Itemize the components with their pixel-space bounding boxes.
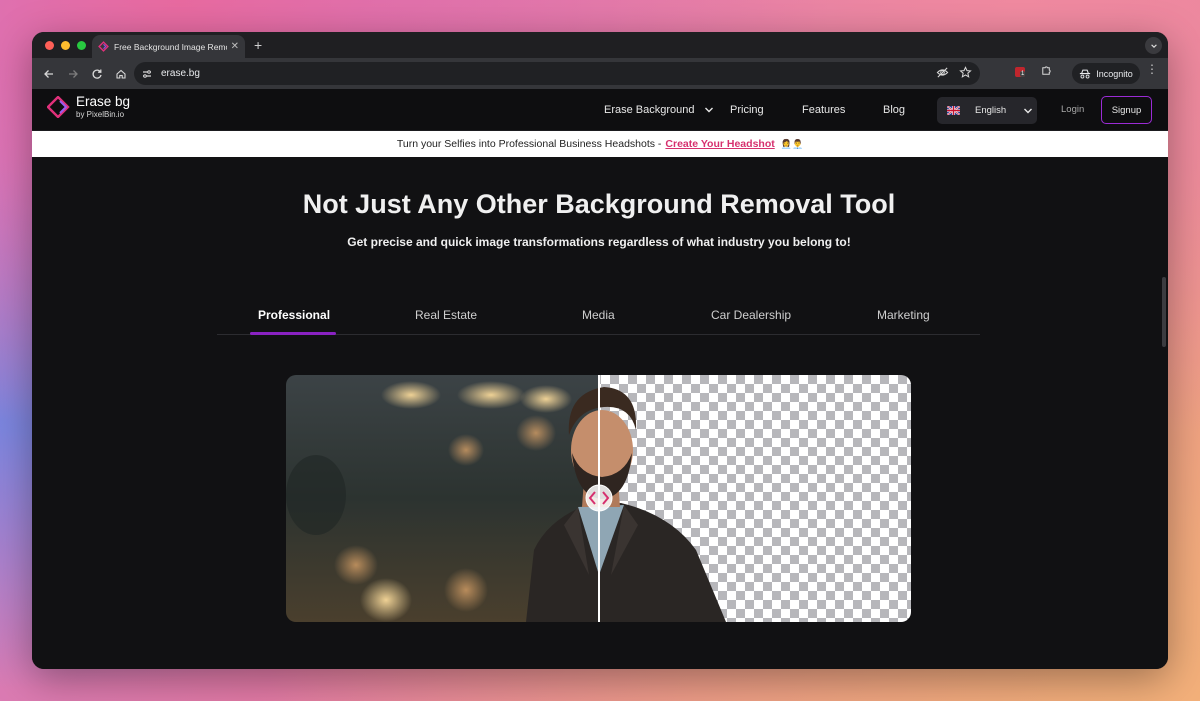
language-selector[interactable]: English xyxy=(937,97,1037,124)
chevron-down-icon xyxy=(704,107,713,113)
address-bar[interactable]: erase.bg xyxy=(134,62,980,85)
tab-strip: Free Background Image Remover ✕ + xyxy=(32,32,1168,58)
browser-menu-icon[interactable]: ⋮ xyxy=(1146,63,1158,75)
erase-bg-logo-icon xyxy=(47,95,70,118)
eye-off-icon[interactable] xyxy=(936,66,949,79)
extension-icon[interactable]: 1 xyxy=(1014,65,1026,77)
nav-erase-background[interactable]: Erase Background xyxy=(604,104,714,116)
active-tab-indicator xyxy=(250,332,336,335)
promo-banner: Turn your Selfies into Professional Busi… xyxy=(32,131,1168,157)
signup-button[interactable]: Signup xyxy=(1101,96,1152,124)
home-icon xyxy=(116,69,126,79)
reload-button[interactable] xyxy=(86,63,108,85)
logo-name: Erase bg xyxy=(76,94,131,109)
bookmark-star-icon[interactable] xyxy=(959,66,972,79)
close-window-button[interactable] xyxy=(45,41,54,50)
site-logo[interactable]: Erase bg by PixelBin.io xyxy=(47,95,130,119)
new-tab-button[interactable]: + xyxy=(254,37,262,53)
page-scrollbar[interactable] xyxy=(1162,277,1166,347)
arrow-left-icon xyxy=(44,69,53,78)
login-link[interactable]: Login xyxy=(1061,104,1084,115)
erase-bg-favicon-icon xyxy=(98,41,109,52)
site-settings-icon[interactable] xyxy=(141,68,153,80)
main-content: Not Just Any Other Background Removal To… xyxy=(32,157,1168,669)
banner-emoji: 👩‍💼👨‍💼 xyxy=(780,138,804,149)
home-button[interactable] xyxy=(110,63,132,85)
uk-flag-icon xyxy=(947,106,960,115)
industry-tabs: Professional Real Estate Media Car Deale… xyxy=(217,297,980,335)
comparison-slider-handle[interactable] xyxy=(585,484,613,512)
minimize-window-button[interactable] xyxy=(61,41,70,50)
site-header: Erase bg by PixelBin.io Erase Background… xyxy=(32,89,1168,131)
tab-real-estate[interactable]: Real Estate xyxy=(415,308,477,322)
tab-car-dealership[interactable]: Car Dealership xyxy=(711,308,791,322)
hero-subtitle: Get precise and quick image transformati… xyxy=(347,235,851,249)
before-after-comparison[interactable] xyxy=(286,375,911,622)
browser-toolbar: erase.bg 1 Incognito ⋮ xyxy=(32,58,1168,89)
create-headshot-link[interactable]: Create Your Headshot xyxy=(665,138,774,150)
chevron-down-icon xyxy=(1150,43,1157,48)
browser-tab[interactable]: Free Background Image Remover ✕ xyxy=(92,35,245,58)
incognito-icon xyxy=(1080,69,1091,78)
nav-pricing[interactable]: Pricing xyxy=(730,104,764,116)
tab-title: Free Background Image Remover xyxy=(114,41,227,52)
browser-window: Free Background Image Remover ✕ + erase.… xyxy=(32,32,1168,669)
back-button[interactable] xyxy=(38,63,60,85)
extensions-area: 1 xyxy=(1014,64,1053,77)
nav-erase-background-label: Erase Background xyxy=(604,104,695,116)
banner-text: Turn your Selfies into Professional Busi… xyxy=(396,138,662,150)
tab-search-button[interactable] xyxy=(1145,37,1162,54)
hero-title: Not Just Any Other Background Removal To… xyxy=(302,189,896,219)
nav-features[interactable]: Features xyxy=(802,104,845,116)
language-label: English xyxy=(975,105,1007,116)
tab-professional[interactable]: Professional xyxy=(258,308,330,322)
comparison-canvas xyxy=(286,375,911,622)
tab-media[interactable]: Media xyxy=(582,308,615,322)
incognito-label: Incognito xyxy=(1096,68,1133,79)
puzzle-extensions-icon[interactable] xyxy=(1040,64,1053,77)
nav-blog[interactable]: Blog xyxy=(883,104,905,116)
maximize-window-button[interactable] xyxy=(77,41,86,50)
reload-icon xyxy=(92,69,102,79)
window-controls xyxy=(45,41,86,50)
extension-badge: 1 xyxy=(1020,70,1026,77)
close-tab-icon[interactable]: ✕ xyxy=(231,41,239,52)
logo-byline: by PixelBin.io xyxy=(76,109,125,119)
arrow-right-icon xyxy=(69,69,78,78)
chevron-down-icon xyxy=(1024,108,1033,113)
incognito-indicator[interactable]: Incognito xyxy=(1072,63,1140,84)
tab-marketing[interactable]: Marketing xyxy=(877,308,930,322)
url-text: erase.bg xyxy=(161,68,200,79)
forward-button[interactable] xyxy=(62,63,84,85)
